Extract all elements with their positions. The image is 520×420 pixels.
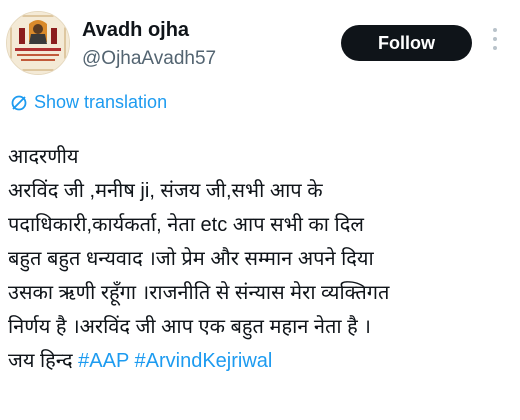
- dot: [493, 46, 497, 50]
- tweet-line: बहुत बहुत धन्यवाद ।जो प्रेम और सम्मान अप…: [8, 248, 374, 270]
- show-translation-label: Show translation: [34, 92, 168, 112]
- tweet-line: पदाधिकारी,कार्यकर्ता, नेता etc आप सभी का…: [8, 214, 364, 236]
- avatar[interactable]: [6, 11, 70, 75]
- user-handle[interactable]: @OjhaAvadh57: [82, 48, 216, 70]
- tweet-line-last: जय हिन्द #AAP #ArvindKejriwal: [8, 344, 516, 378]
- dot: [493, 37, 497, 41]
- avatar-image: [7, 12, 69, 74]
- hashtag-arvindkejriwal[interactable]: #ArvindKejriwal: [135, 350, 273, 372]
- tweet-line-text: जय हिन्द: [8, 350, 79, 372]
- tweet-line: अरविंद जी ,मनीष ji, संजय जी,सभी आप के: [8, 180, 323, 202]
- tweet-line: आदरणीय: [8, 146, 79, 168]
- translate-icon: [11, 95, 27, 110]
- tweet-line: उसका ऋणी रहूँगा ।राजनीति से संन्यास मेरा…: [8, 282, 390, 304]
- tweet-text: आदरणीय अरविंद जी ,मनीष ji, संजय जी,सभी आ…: [8, 140, 516, 378]
- display-name[interactable]: Avadh ojha: [82, 19, 189, 42]
- hashtag-aap[interactable]: #AAP: [78, 350, 129, 372]
- show-translation-link[interactable]: Show translation: [10, 92, 167, 113]
- more-options-icon[interactable]: [490, 28, 500, 56]
- dot: [493, 28, 497, 32]
- follow-button[interactable]: Follow: [341, 25, 472, 61]
- tweet-line: निर्णय है ।अरविंद जी आप एक बहुत महान नेत…: [8, 316, 371, 338]
